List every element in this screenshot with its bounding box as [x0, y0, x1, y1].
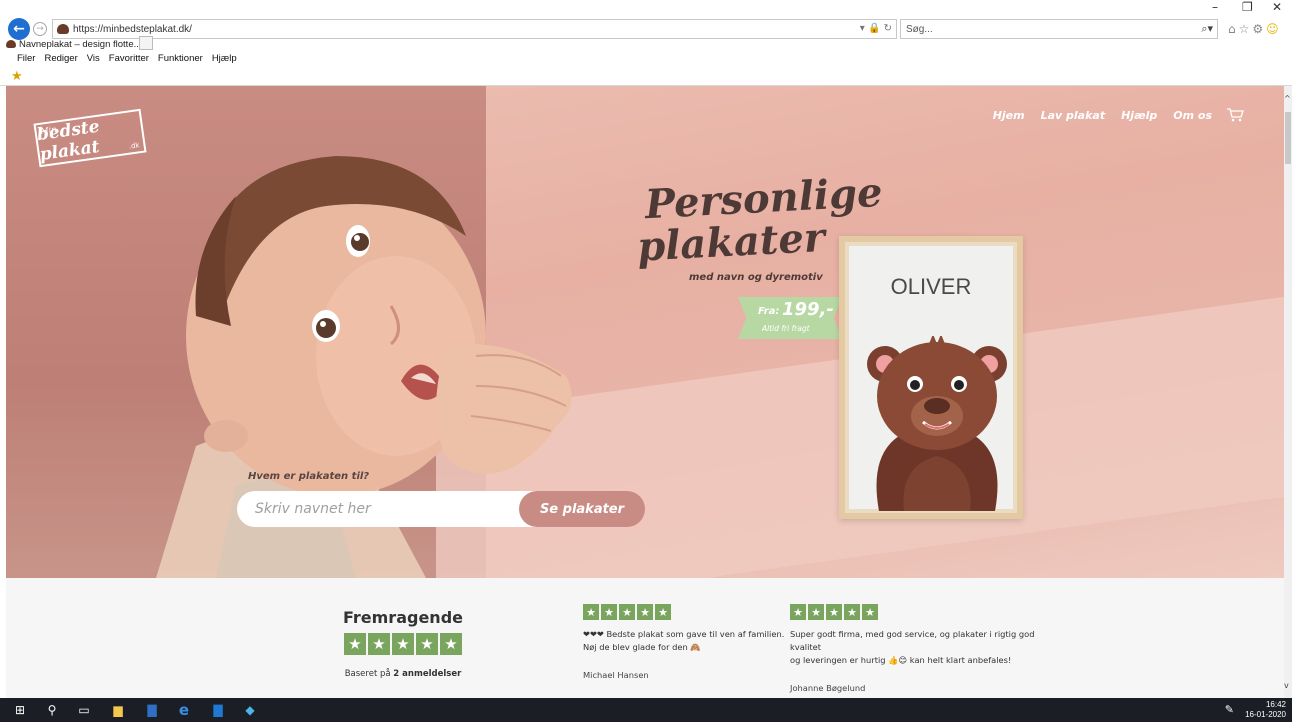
menu-tools[interactable]: Funktioner: [158, 53, 203, 67]
review-text-line-2: og leveringen er hurtig 👍😊 kan helt klar…: [790, 655, 1012, 665]
menu-favorites[interactable]: Favoritter: [109, 53, 149, 67]
minimize-icon[interactable]: –: [1212, 0, 1218, 14]
web-page: Min bedste plakat .dk Hjem Lav plakat Hj…: [6, 86, 1284, 698]
summary-title: Fremragende: [342, 608, 463, 627]
review-text-line-1: Super godt firma, med god service, og pl…: [790, 629, 1035, 652]
menu-help[interactable]: Hjælp: [212, 53, 237, 67]
review-card: ★ ★ ★ ★ ★ Super godt firma, med god serv…: [790, 604, 1050, 693]
search-placeholder: Søg...: [906, 23, 933, 35]
menu-bar: Filer Rediger Vis Favoritter Funktioner …: [0, 53, 1292, 67]
star-icon: ★: [637, 604, 653, 620]
reviews-section: Fremragende ★ ★ ★ ★ ★ Baseret på 2 anmel…: [6, 578, 1284, 698]
nav-help[interactable]: Hjælp: [1121, 109, 1157, 122]
tab-title: Navneplakat – design flotte...: [19, 38, 142, 50]
system-clock[interactable]: 16:42 16-01-2020: [1245, 700, 1286, 720]
poster-name: OLIVER: [890, 274, 972, 299]
nav-make-poster[interactable]: Lav plakat: [1041, 109, 1106, 122]
favorites-star-icon[interactable]: ☆: [1239, 22, 1253, 36]
name-form: Se plakater: [237, 491, 645, 527]
clock-date: 16-01-2020: [1245, 710, 1286, 719]
add-favorite-icon[interactable]: ★: [11, 69, 23, 84]
star-icon: ★: [790, 604, 806, 620]
review-stars: ★ ★ ★ ★ ★: [790, 604, 1050, 620]
name-input[interactable]: [237, 491, 547, 527]
star-icon: ★: [368, 633, 390, 655]
price-prefix: Fra:: [758, 306, 780, 317]
star-icon: ★: [601, 604, 617, 620]
review-summary: Fremragende ★ ★ ★ ★ ★ Baseret på 2 anmel…: [340, 608, 466, 679]
scroll-thumb[interactable]: [1285, 112, 1291, 164]
name-form-label: Hvem er plakaten til?: [248, 471, 370, 482]
nav-home[interactable]: Hjem: [993, 109, 1025, 122]
site-nav: Hjem Lav plakat Hjælp Om os: [977, 108, 1244, 122]
star-icon: ★: [826, 604, 842, 620]
page-scrollbar[interactable]: ^ v: [1284, 86, 1292, 698]
star-icon: ★: [440, 633, 462, 655]
windows-taskbar: ⊞ ⚲ ▭ ▆ ▇ e ▇ ◆ ✎ 16:42 16-01-2020: [0, 698, 1292, 722]
feedback-smiley-icon[interactable]: ☺: [1266, 22, 1282, 36]
hero-section: Min bedste plakat .dk Hjem Lav plakat Hj…: [6, 86, 1284, 578]
star-icon: ★: [655, 604, 671, 620]
taskbar-search-icon[interactable]: ⚲: [44, 702, 60, 718]
start-windows-icon[interactable]: ⊞: [12, 702, 28, 718]
poster-preview: OLIVER: [839, 236, 1023, 519]
summary-stars: ★ ★ ★ ★ ★: [340, 633, 466, 655]
tab-favicon-icon: [6, 40, 16, 48]
restore-icon[interactable]: ❐: [1242, 0, 1253, 14]
pen-tray-icon[interactable]: ✎: [1225, 703, 1234, 716]
clock-time: 16:42: [1265, 700, 1286, 709]
star-icon: ★: [392, 633, 414, 655]
menu-file[interactable]: Filer: [17, 53, 35, 67]
close-window-icon[interactable]: ✕: [1272, 0, 1282, 14]
app-icon[interactable]: ◆: [242, 702, 258, 718]
hero-subline: med navn og dyremotiv: [689, 272, 823, 283]
internet-explorer-icon[interactable]: e: [176, 701, 192, 719]
home-icon[interactable]: ⌂: [1228, 22, 1239, 36]
lock-refresh-icons[interactable]: ▾ 🔒 ↻: [860, 23, 892, 34]
nav-about[interactable]: Om os: [1173, 109, 1212, 122]
star-icon: ★: [344, 633, 366, 655]
url-text: https://minbedsteplakat.dk/: [73, 23, 192, 35]
star-icon: ★: [844, 604, 860, 620]
star-icon: ★: [583, 604, 599, 620]
review-author: Johanne Bøgelund: [790, 683, 866, 693]
site-favicon-icon: [57, 24, 69, 34]
summary-note: Baseret på 2 anmeldelser: [340, 669, 466, 679]
menu-edit[interactable]: Rediger: [44, 53, 77, 67]
scroll-up-icon[interactable]: ^: [1284, 94, 1291, 103]
task-view-icon[interactable]: ▭: [76, 702, 92, 718]
favorites-bar: ★: [11, 69, 23, 84]
bear-illustration: [867, 336, 1007, 511]
outlook-icon[interactable]: ▇: [210, 702, 226, 718]
shipping-note: Altid fri fragt: [762, 324, 810, 333]
poster-canvas: OLIVER: [849, 246, 1013, 511]
toolbar-icons: ⌂☆⚙☺: [1228, 22, 1282, 36]
menu-view[interactable]: Vis: [87, 53, 100, 67]
tab-row: Navneplakat – design flotte... ✕: [0, 36, 1292, 52]
new-tab-button[interactable]: [139, 36, 153, 50]
see-posters-button[interactable]: Se plakater: [519, 491, 645, 527]
word-icon[interactable]: ▇: [144, 702, 160, 718]
summary-note-prefix: Baseret på: [344, 669, 391, 679]
settings-gear-icon[interactable]: ⚙: [1252, 22, 1266, 36]
star-icon: ★: [808, 604, 824, 620]
scroll-down-icon[interactable]: v: [1284, 681, 1289, 690]
star-icon: ★: [862, 604, 878, 620]
star-icon: ★: [619, 604, 635, 620]
forward-button[interactable]: →: [33, 22, 47, 36]
file-explorer-icon[interactable]: ▆: [110, 702, 126, 718]
summary-note-count[interactable]: 2 anmeldelser: [393, 669, 461, 679]
star-icon: ★: [416, 633, 438, 655]
browser-chrome: – ❐ ✕ ← → https://minbedsteplakat.dk/ ▾ …: [0, 0, 1292, 86]
review-text: Super godt firma, med god service, og pl…: [790, 628, 1050, 667]
price-value: 199,-: [782, 299, 834, 320]
price-ribbon: Fra: 199,- Altid fri fragt: [738, 297, 842, 339]
logo-tld-text: .dk: [128, 141, 141, 151]
tab-active[interactable]: Navneplakat – design flotte... ✕: [6, 37, 153, 51]
search-icon[interactable]: ⌕▾: [1201, 22, 1213, 36]
address-row: ← → https://minbedsteplakat.dk/ ▾ 🔒 ↻ Sø…: [0, 14, 1292, 40]
cart-icon[interactable]: [1226, 108, 1244, 122]
